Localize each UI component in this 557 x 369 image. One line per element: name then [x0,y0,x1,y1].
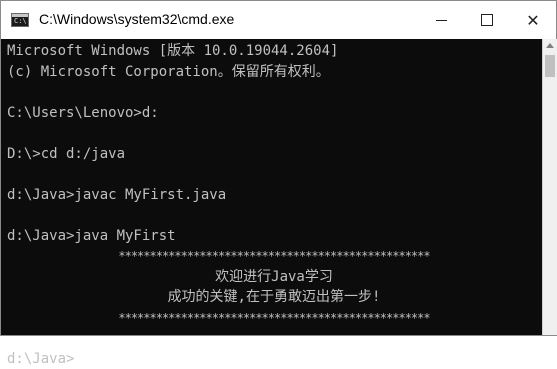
console-prompt: d:\Java> [7,349,541,369]
console-line-welcome: 欢迎进行Java学习 [7,267,541,288]
cmd-window: C:\ C:\Windows\system32\cmd.exe ✕ Micros… [0,0,557,336]
console-line [7,82,541,103]
console-line: Microsoft Windows [版本 10.0.19044.2604] [7,41,541,62]
console-line [7,123,541,144]
console-output[interactable]: Microsoft Windows [版本 10.0.19044.2604] (… [1,39,541,335]
minimize-button[interactable] [421,5,461,35]
console-line: (c) Microsoft Corporation。保留所有权利。 [7,62,541,83]
vertical-scrollbar[interactable] [542,39,557,335]
console-line [7,205,541,226]
title-bar[interactable]: C:\ C:\Windows\system32\cmd.exe ✕ [1,1,556,39]
console-line: d:\Java>javac MyFirst.java [7,185,541,206]
cmd-app-icon[interactable]: C:\ [11,13,29,27]
console-line: D:\>cd d:/java [7,144,541,165]
console-line-motto: 成功的关键,在于勇敢迈出第一步! [7,287,541,308]
console-line [7,328,541,349]
scrollbar-thumb[interactable] [545,55,555,77]
minimize-icon [436,20,447,21]
maximize-icon [481,14,493,26]
scroll-up-icon[interactable] [546,43,554,48]
console-line [7,164,541,185]
close-icon: ✕ [526,11,539,30]
console-line-stars: ****************************************… [7,246,541,267]
console-line: C:\Users\Lenovo>d: [7,103,541,124]
console-line-stars: ****************************************… [7,308,541,329]
maximize-button[interactable] [467,5,507,35]
window-title: C:\Windows\system32\cmd.exe [39,11,234,27]
console-line: d:\Java>java MyFirst [7,226,541,247]
cmd-icon-label: C:\ [14,17,27,26]
close-button[interactable]: ✕ [513,5,553,35]
